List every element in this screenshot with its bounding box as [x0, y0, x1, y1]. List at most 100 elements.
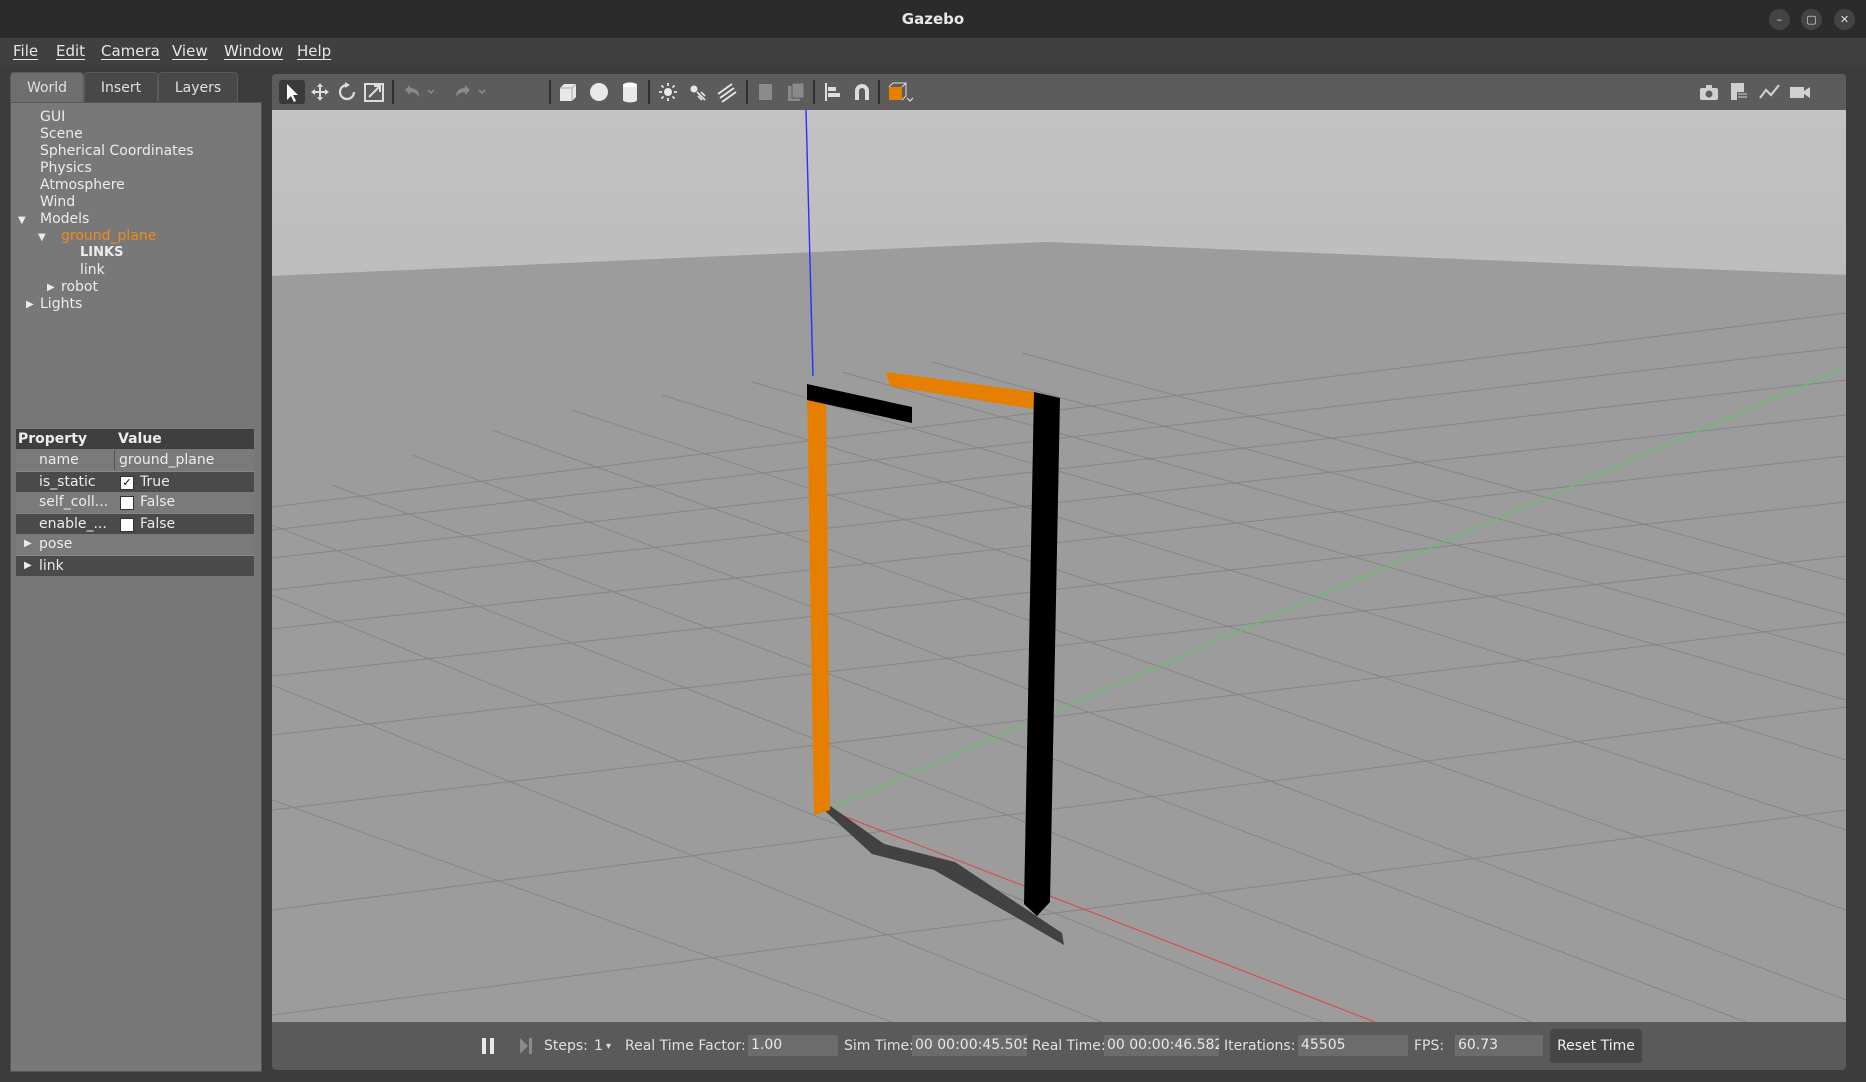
property-row-is-static: is_static ✓ True	[16, 471, 254, 492]
menu-window[interactable]: Window	[224, 42, 283, 60]
expand-arrow-right-icon[interactable]: ▶	[47, 282, 55, 293]
menu-view[interactable]: View	[172, 42, 208, 60]
tree-item-links-header: LINKS	[80, 245, 124, 260]
steps-value[interactable]: 1	[594, 1038, 603, 1054]
insert-cylinder-button[interactable]	[617, 80, 643, 104]
scale-mode-button[interactable]	[361, 80, 387, 104]
property-row-pose[interactable]: ▶ pose	[16, 534, 254, 554]
step-forward-icon[interactable]	[518, 1037, 534, 1055]
align-icon	[825, 83, 840, 101]
tree-item-spherical-coordinates[interactable]: Spherical Coordinates	[40, 143, 194, 159]
tree-item-wind[interactable]: Wind	[40, 194, 75, 210]
rotate-mode-button[interactable]	[334, 80, 360, 104]
minimize-button[interactable]: –	[1769, 9, 1790, 30]
tree-item-ground-plane[interactable]: ground_plane	[61, 228, 156, 244]
window-title: Gazebo	[901, 10, 965, 28]
tree-item-gui[interactable]: GUI	[40, 109, 65, 125]
sim-time-label: Sim Time:	[844, 1038, 914, 1054]
magnet-icon	[855, 84, 869, 100]
select-mode-button[interactable]	[279, 80, 305, 104]
chevron-down-icon	[427, 89, 435, 95]
log-button[interactable]	[1726, 80, 1752, 104]
property-row-self-collide: self_coll... False	[16, 492, 254, 512]
reset-time-button[interactable]: Reset Time	[1550, 1029, 1642, 1063]
expand-arrow-right-icon[interactable]: ▶	[26, 299, 34, 310]
property-value[interactable]: ground_plane	[114, 450, 257, 470]
log-file-icon	[1731, 83, 1748, 100]
scene-viewport[interactable]	[272, 110, 1846, 1022]
iterations-label: Iterations:	[1224, 1038, 1296, 1054]
point-light-button[interactable]	[655, 80, 681, 104]
chevron-down-icon	[478, 89, 486, 95]
screenshot-button[interactable]	[1696, 80, 1722, 104]
property-key: pose	[39, 536, 73, 552]
sphere-shape-icon	[590, 83, 608, 101]
translate-mode-button[interactable]	[307, 80, 333, 104]
property-value: False	[140, 494, 176, 510]
sun-light-icon	[659, 83, 677, 101]
toolbar-separator	[549, 80, 551, 104]
tab-world[interactable]: World	[10, 72, 84, 103]
scene-render[interactable]	[272, 110, 1846, 1022]
video-camera-icon	[1790, 87, 1810, 98]
plot-button[interactable]	[1757, 80, 1783, 104]
tree-item-link[interactable]: link	[80, 262, 105, 278]
tree-item-atmosphere[interactable]: Atmosphere	[40, 177, 125, 193]
property-row-link[interactable]: ▶ link	[16, 555, 254, 576]
toolbar-separator	[878, 80, 880, 104]
menu-camera[interactable]: Camera	[101, 42, 160, 60]
close-button[interactable]: ✕	[1834, 9, 1855, 30]
menu-edit[interactable]: Edit	[56, 42, 85, 60]
real-time-factor-field: 1.00	[748, 1035, 838, 1056]
title-bar: Gazebo – ▢ ✕	[0, 0, 1866, 38]
toolbar-separator	[392, 80, 394, 104]
move-arrows-icon	[311, 83, 329, 101]
toolbar-separator	[813, 80, 815, 104]
tab-insert[interactable]: Insert	[84, 72, 158, 103]
real-time-label: Real Time:	[1032, 1038, 1106, 1054]
cylinder-shape-icon	[623, 82, 637, 103]
tree-item-lights[interactable]: Lights	[40, 296, 82, 312]
property-key: name	[39, 452, 79, 468]
undo-icon	[405, 85, 419, 97]
simulation-status-bar: Steps: 1 ▾ Real Time Factor: 1.00 Sim Ti…	[272, 1022, 1846, 1070]
property-key: enable_...	[39, 516, 107, 532]
snap-button[interactable]	[849, 80, 875, 104]
tree-item-models[interactable]: Models	[40, 211, 89, 227]
spot-light-icon	[690, 85, 706, 101]
redo-button[interactable]	[450, 80, 476, 104]
undo-history-dropdown[interactable]	[424, 80, 438, 104]
menu-help[interactable]: Help	[297, 42, 331, 60]
insert-box-button[interactable]	[555, 80, 581, 104]
expand-arrow-right-icon[interactable]: ▶	[24, 560, 32, 571]
video-record-button[interactable]	[1787, 80, 1813, 104]
redo-history-dropdown[interactable]	[475, 80, 489, 104]
directional-light-button[interactable]	[714, 80, 740, 104]
undo-button[interactable]	[399, 80, 425, 104]
insert-sphere-button[interactable]	[586, 80, 612, 104]
iterations-field: 45505	[1298, 1035, 1408, 1056]
paste-icon	[788, 82, 805, 101]
pause-icon[interactable]	[480, 1037, 496, 1055]
expand-arrow-right-icon[interactable]: ▶	[24, 538, 32, 549]
is-static-checkbox[interactable]: ✓	[120, 476, 134, 490]
property-row-enable-wind: enable_... False	[16, 513, 254, 534]
spot-light-button[interactable]	[685, 80, 711, 104]
view-angle-button[interactable]	[885, 80, 915, 104]
tree-item-robot[interactable]: robot	[61, 279, 98, 295]
menu-file[interactable]: File	[13, 42, 38, 60]
tree-item-physics[interactable]: Physics	[40, 160, 92, 176]
expand-arrow-down-icon[interactable]: ▼	[18, 215, 26, 226]
tab-layers[interactable]: Layers	[158, 72, 238, 103]
copy-button[interactable]	[753, 80, 779, 104]
enable-wind-checkbox[interactable]	[120, 518, 134, 532]
expand-arrow-down-icon[interactable]: ▼	[38, 232, 46, 243]
self-collide-checkbox[interactable]	[120, 496, 134, 510]
menu-bar: File Edit Camera View Window Help	[0, 38, 1866, 65]
paste-button[interactable]	[783, 80, 809, 104]
maximize-button[interactable]: ▢	[1801, 9, 1822, 30]
box-shape-icon	[560, 83, 577, 101]
align-button[interactable]	[820, 80, 846, 104]
steps-dropdown-icon[interactable]: ▾	[606, 1041, 611, 1052]
tree-item-scene[interactable]: Scene	[40, 126, 83, 142]
